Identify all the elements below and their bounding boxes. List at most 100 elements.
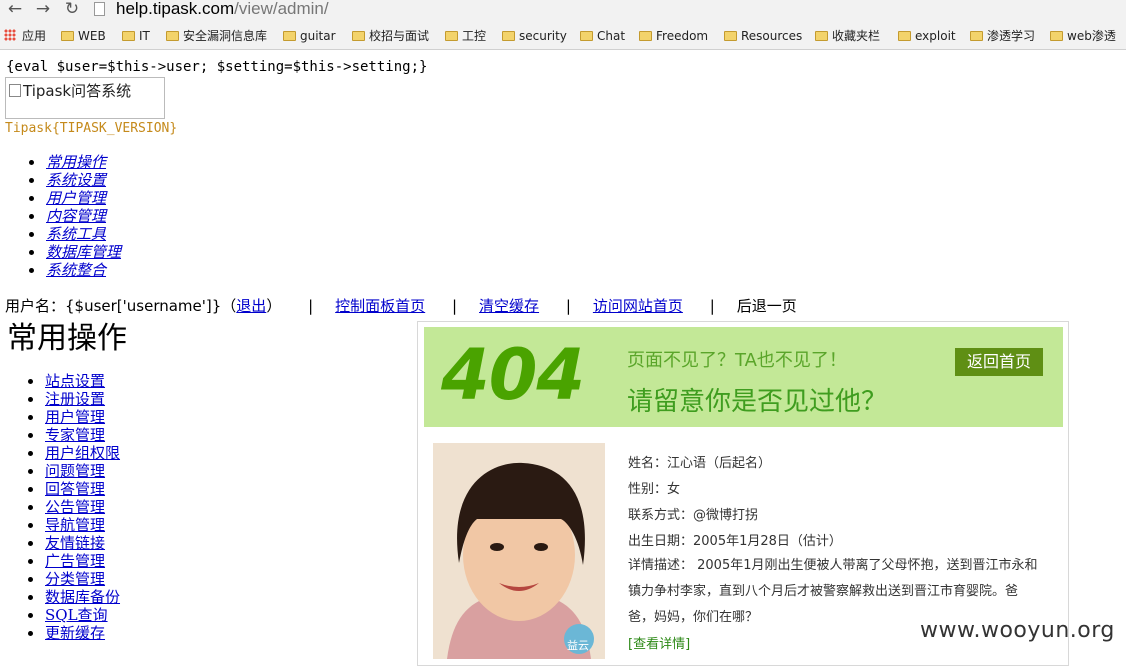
photo-stamp: 益云 (567, 639, 589, 652)
op-link[interactable]: 广告管理 (45, 552, 105, 570)
bookmark-folder[interactable]: guitar (283, 28, 336, 44)
bookmark-folder[interactable]: 校招与面试 (352, 28, 429, 44)
bookmark-label: 应用 (22, 29, 47, 43)
broken-logo-image: Tipask问答系统 (5, 77, 165, 119)
bookmark-folder[interactable]: Resources (724, 28, 802, 44)
op-link[interactable]: 站点设置 (45, 372, 105, 390)
list-item: 数据库管理 (28, 243, 121, 261)
bookmark-folder[interactable]: exploit (898, 28, 956, 44)
bookmark-label: IT (139, 29, 150, 43)
menu-link[interactable]: 内容管理 (46, 207, 106, 225)
operations-list: 站点设置 注册设置 用户管理 专家管理 用户组权限 问题管理 回答管理 公告管理… (27, 372, 120, 642)
list-item: 分类管理 (27, 570, 120, 588)
op-link[interactable]: 回答管理 (45, 480, 105, 498)
bookmark-apps[interactable]: 应用 (4, 28, 46, 44)
menu-link[interactable]: 数据库管理 (46, 243, 121, 261)
apps-grid-icon (4, 29, 16, 41)
menu-link[interactable]: 系统工具 (46, 225, 106, 243)
back-arrow-icon[interactable]: ← (4, 0, 26, 20)
menu-link[interactable]: 常用操作 (46, 153, 106, 171)
url-path: /view/admin/ (234, 0, 329, 18)
missing-child-photo: 益云 (433, 443, 605, 659)
bookmark-label: Freedom (656, 29, 709, 43)
page-title: 常用操作 (7, 321, 127, 356)
list-item: 数据库备份 (27, 588, 120, 606)
info-birth: 出生日期：2005年1月28日（估计） (628, 534, 842, 549)
broken-image-icon (9, 84, 21, 97)
bookmark-label: WEB (78, 29, 106, 43)
raw-template-code: {eval $user=$this->user; $setting=$this-… (6, 59, 428, 75)
op-link[interactable]: 分类管理 (45, 570, 105, 588)
menu-link[interactable]: 系统整合 (46, 261, 106, 279)
notfound-message: 页面不见了？TA也不见了！ (627, 350, 847, 371)
browser-toolbar: ← → ↻ help.tipask.com/view/admin/ (0, 0, 1126, 24)
bookmark-folder[interactable]: Chat (580, 28, 625, 44)
folder-icon (898, 31, 911, 41)
bookmark-label: 校招与面试 (369, 29, 430, 43)
bookmark-folder[interactable]: 安全漏洞信息库 (166, 28, 267, 44)
folder-icon (970, 31, 983, 41)
list-item: 站点设置 (27, 372, 120, 390)
bookmark-folder[interactable]: security (502, 28, 567, 44)
bookmark-folder[interactable]: Freedom (639, 28, 708, 44)
bookmark-label: 工控 (462, 29, 487, 43)
bookmark-folder[interactable]: IT (122, 28, 150, 44)
list-item: 回答管理 (27, 480, 120, 498)
op-link[interactable]: SQL查询 (45, 606, 108, 624)
folder-icon (166, 31, 179, 41)
menu-link[interactable]: 用户管理 (46, 189, 106, 207)
bookmark-folder[interactable]: 工控 (445, 28, 486, 44)
list-item: 公告管理 (27, 498, 120, 516)
return-home-button[interactable]: 返回首页 (955, 348, 1043, 376)
folder-icon (724, 31, 737, 41)
bookmark-label: guitar (300, 29, 336, 43)
url-host: help.tipask.com (116, 0, 235, 18)
reload-icon[interactable]: ↻ (61, 0, 83, 20)
op-link[interactable]: 专家管理 (45, 426, 105, 444)
view-details-link[interactable]: [查看详情] (628, 633, 690, 652)
bookmark-folder[interactable]: WEB (61, 28, 106, 44)
bookmark-label: 收藏夹栏 (832, 29, 881, 43)
list-item: 问题管理 (27, 462, 120, 480)
bookmark-label: Resources (741, 29, 803, 43)
list-item: SQL查询 (27, 606, 120, 624)
version-text: Tipask{TIPASK_VERSION} (5, 121, 178, 136)
info-contact: 联系方式：@微博打拐 (628, 508, 759, 523)
bookmark-label: security (519, 29, 567, 43)
clear-cache-link[interactable]: 清空缓存 (479, 297, 539, 315)
op-link[interactable]: 注册设置 (45, 390, 105, 408)
bookmark-label: web渗透 (1067, 29, 1116, 43)
back-link[interactable]: 后退一页 (737, 297, 797, 315)
bookmark-folder[interactable]: 渗透学习 (970, 28, 1035, 44)
watermark: www.wooyun.org (920, 618, 1115, 643)
list-item: 友情链接 (27, 534, 120, 552)
bookmark-folder[interactable]: web渗透 (1050, 28, 1116, 44)
separator: | (709, 297, 715, 315)
folder-icon (815, 31, 828, 41)
list-item: 系统整合 (28, 261, 121, 279)
bookmark-label: 渗透学习 (987, 29, 1036, 43)
menu-link[interactable]: 系统设置 (46, 171, 106, 189)
op-link[interactable]: 问题管理 (45, 462, 105, 480)
dashboard-link[interactable]: 控制面板首页 (335, 297, 425, 315)
bookmark-folder[interactable]: 收藏夹栏 (815, 28, 880, 44)
separator: | (565, 297, 571, 315)
list-item: 常用操作 (28, 153, 121, 171)
logout-link[interactable]: 退出 (236, 297, 266, 315)
list-item: 用户管理 (28, 189, 121, 207)
folder-icon (122, 31, 135, 41)
forward-arrow-icon[interactable]: → (32, 0, 54, 20)
folder-icon (283, 31, 296, 41)
list-item: 广告管理 (27, 552, 120, 570)
op-link[interactable]: 公告管理 (45, 498, 105, 516)
visit-site-link[interactable]: 访问网站首页 (593, 297, 683, 315)
op-link[interactable]: 数据库备份 (45, 588, 120, 606)
op-link[interactable]: 友情链接 (45, 534, 105, 552)
op-link[interactable]: 更新缓存 (45, 624, 105, 642)
folder-icon (445, 31, 458, 41)
op-link[interactable]: 用户组权限 (45, 444, 120, 462)
op-link[interactable]: 用户管理 (45, 408, 105, 426)
admin-menu: 常用操作 系统设置 用户管理 内容管理 系统工具 数据库管理 系统整合 (28, 153, 121, 279)
op-link[interactable]: 导航管理 (45, 516, 105, 534)
address-bar[interactable]: help.tipask.com/view/admin/ (116, 0, 329, 20)
